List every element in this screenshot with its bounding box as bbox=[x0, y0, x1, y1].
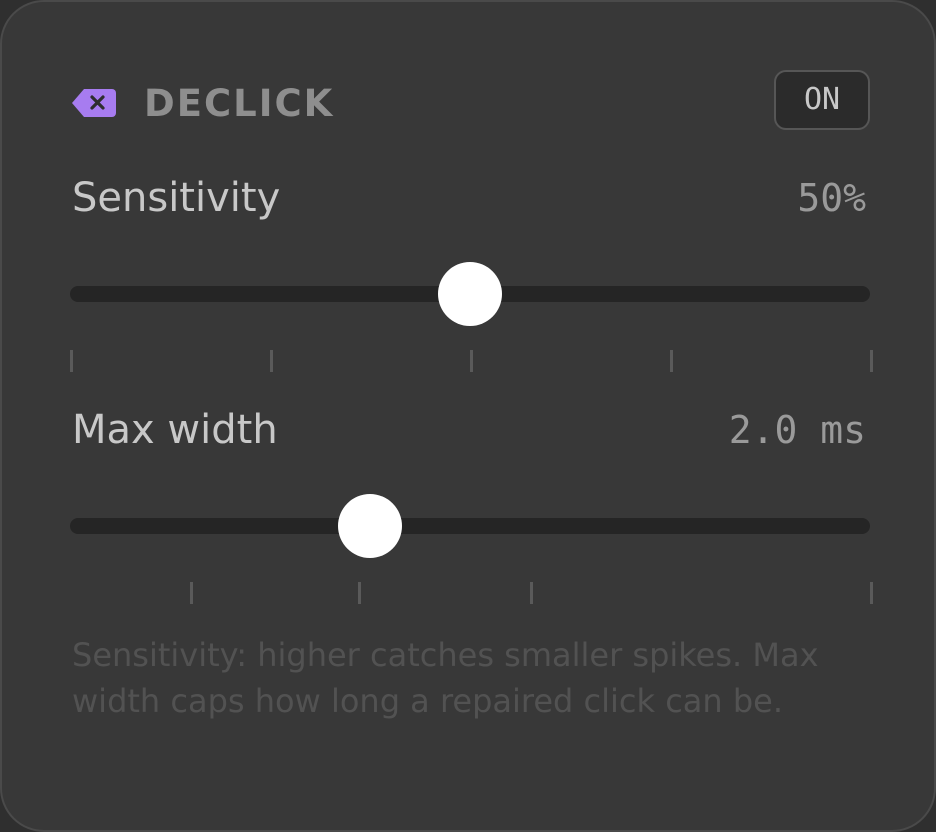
tick-mark bbox=[530, 582, 533, 604]
max-width-slider-thumb[interactable] bbox=[338, 494, 402, 558]
tag-close-icon bbox=[72, 87, 116, 119]
sensitivity-value: 50% bbox=[797, 176, 866, 220]
tick-mark bbox=[470, 350, 473, 372]
tick-mark bbox=[270, 350, 273, 372]
max-width-slider[interactable] bbox=[70, 494, 870, 558]
help-text: Sensitivity: higher catches smaller spik… bbox=[72, 636, 819, 720]
tick-mark bbox=[70, 350, 73, 372]
tick-mark bbox=[358, 582, 361, 604]
max-width-value: 2.0 ms bbox=[728, 408, 866, 452]
tick-mark bbox=[190, 582, 193, 604]
sensitivity-slider[interactable] bbox=[70, 262, 870, 326]
panel-title: DECLICK bbox=[144, 82, 335, 125]
tick-mark bbox=[670, 350, 673, 372]
sensitivity-label: Sensitivity bbox=[72, 175, 281, 221]
max-width-label: Max width bbox=[72, 407, 278, 453]
tick-mark bbox=[870, 350, 873, 372]
sensitivity-slider-thumb[interactable] bbox=[438, 262, 502, 326]
enable-toggle-button[interactable]: ON bbox=[774, 70, 870, 130]
declick-panel: DECLICK ON Sensitivity 50% Max width 2.0… bbox=[0, 0, 936, 832]
tick-mark bbox=[870, 582, 873, 604]
panel-header: DECLICK ON bbox=[72, 70, 870, 134]
